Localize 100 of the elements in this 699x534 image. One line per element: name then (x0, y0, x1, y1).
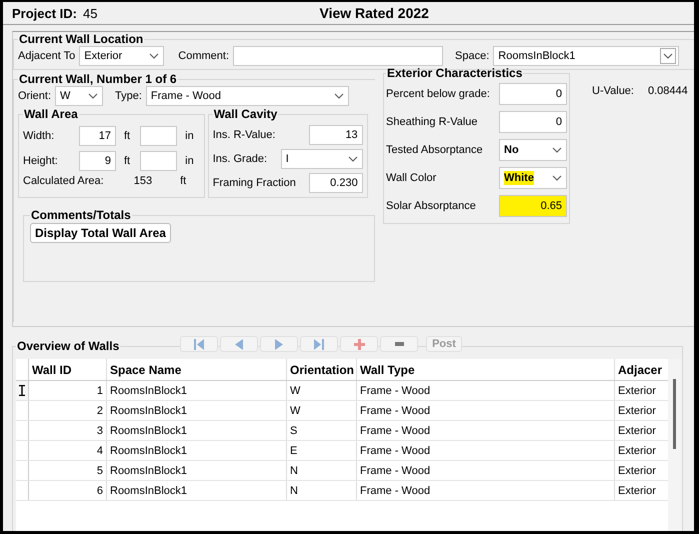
field-label: Width: (23, 130, 56, 142)
table-cell: RoomsInBlock1 (107, 381, 287, 400)
skip-last-icon (314, 338, 324, 350)
column-header[interactable]: Orientation (287, 359, 357, 380)
field-label: Calculated Area: (23, 175, 104, 187)
field-label: Space: (455, 50, 490, 62)
prev-record-button[interactable] (220, 336, 258, 352)
height-ft-field[interactable]: 9 (79, 151, 116, 171)
unit-label: ft (124, 155, 130, 167)
chevron-down-icon (149, 53, 160, 59)
value-field[interactable]: 0 (499, 111, 567, 133)
width-in-field[interactable] (140, 126, 178, 146)
column-header[interactable]: Space Name (107, 359, 287, 380)
field-label: Framing Fraction (212, 177, 296, 189)
selected-value: White (504, 171, 534, 185)
selected-value: No (504, 143, 519, 157)
field-label: Height: (23, 155, 59, 167)
value-dropdown[interactable]: No (499, 139, 567, 161)
table-cell: 2 (29, 401, 107, 420)
chevron-down-icon (88, 93, 98, 99)
unit-label: in (185, 155, 194, 167)
chevron-down-icon (334, 93, 344, 99)
group-title: Wall Area (23, 107, 79, 121)
table-cell: Frame - Wood (357, 441, 615, 460)
right-triangle-icon (275, 338, 283, 350)
value-dropdown[interactable]: White (499, 167, 567, 189)
table-row[interactable]: 2 RoomsInBlock1 W Frame - Wood Exterior (16, 401, 668, 421)
column-header[interactable]: Wall ID (29, 359, 107, 380)
table-cell: W (287, 401, 357, 420)
unit-label: ft (124, 130, 130, 142)
table-cell: N (287, 481, 357, 500)
value-field[interactable]: 0.65 (499, 195, 567, 217)
width-ft-field[interactable]: 17 (79, 126, 116, 146)
first-record-button[interactable] (180, 336, 218, 352)
window-title: View Rated 2022 (319, 5, 429, 21)
left-triangle-icon (235, 338, 243, 350)
comment-field[interactable] (233, 46, 444, 66)
group-title: Comments/Totals (30, 208, 132, 222)
table-row[interactable]: 6 RoomsInBlock1 N Frame - Wood Exterior (16, 481, 668, 501)
framing-fraction-field[interactable]: 0.230 (308, 173, 363, 193)
column-header[interactable]: Wall Type (357, 359, 615, 380)
orient-dropdown[interactable]: W (55, 86, 104, 106)
table-cell: E (287, 441, 357, 460)
table-cell: RoomsInBlock1 (107, 441, 287, 460)
project-id-label: Project ID: (12, 6, 78, 20)
dropdown-button[interactable] (660, 48, 676, 64)
table-cell: W (287, 381, 357, 400)
type-dropdown[interactable]: Frame - Wood (146, 86, 349, 106)
chevron-down-icon (552, 147, 562, 153)
table-cell: Frame - Wood (357, 421, 615, 440)
chevron-down-icon (552, 175, 562, 181)
group-title: Current Wall, Number 1 of 6 (18, 72, 178, 86)
group-title: Current Wall Location (18, 32, 144, 46)
scrollbar[interactable] (668, 359, 682, 531)
ins-grade-dropdown[interactable]: I (280, 149, 363, 169)
row-selector[interactable] (16, 381, 29, 400)
height-in-field[interactable] (140, 151, 178, 171)
table-cell: RoomsInBlock1 (107, 401, 287, 420)
u-value-label: U-Value: (592, 85, 634, 97)
r-value-field[interactable]: 13 (308, 125, 363, 145)
table-row[interactable]: 1 RoomsInBlock1 W Frame - Wood Exterior (16, 381, 668, 401)
delete-record-button[interactable] (380, 336, 418, 352)
table-cell: 4 (29, 441, 107, 460)
project-id-value: 45 (83, 6, 98, 20)
field-label: Sheathing R-Value (386, 116, 478, 128)
field-label: Adjacent To (18, 50, 76, 62)
plus-icon (354, 338, 364, 350)
table-row[interactable]: 5 RoomsInBlock1 N Frame - Wood Exterior (16, 461, 668, 481)
chevron-down-icon (663, 53, 674, 59)
table-cell: Frame - Wood (357, 481, 615, 500)
field-label: Ins. Grade: (212, 153, 268, 165)
table-cell: RoomsInBlock1 (107, 481, 287, 500)
table-cell: Frame - Wood (357, 381, 615, 400)
adjacent-to-dropdown[interactable]: Exterior (79, 46, 164, 66)
field-label: Orient: (18, 90, 52, 102)
table-row[interactable]: 4 RoomsInBlock1 E Frame - Wood Exterior (16, 441, 668, 461)
group-title: Overview of Walls (16, 339, 120, 353)
current-row-icon (19, 385, 25, 396)
table-cell: RoomsInBlock1 (107, 461, 287, 480)
table-cell: Frame - Wood (357, 461, 615, 480)
field-label: Solar Absorptance (386, 200, 476, 212)
calculated-area-value: 153 (134, 175, 152, 187)
table-cell: N (287, 461, 357, 480)
next-record-button[interactable] (260, 336, 298, 352)
group-title: Exterior Characteristics (386, 66, 524, 80)
field-label: Type: (115, 90, 142, 102)
last-record-button[interactable] (300, 336, 338, 352)
table-cell: 5 (29, 461, 107, 480)
u-value: 0.08444 (648, 85, 688, 97)
value-field[interactable]: 0 (499, 83, 567, 105)
add-record-button[interactable] (340, 336, 378, 352)
table-cell: RoomsInBlock1 (107, 421, 287, 440)
table-cell: S (287, 421, 357, 440)
table-cell: Frame - Wood (357, 401, 615, 420)
unit-label: in (185, 130, 194, 142)
space-dropdown[interactable]: RoomsInBlock1 (493, 46, 680, 66)
table-cell: 3 (29, 421, 107, 440)
unit-label: ft (180, 175, 186, 187)
display-total-wall-area-button[interactable]: Display Total Wall Area (30, 223, 171, 243)
table-row[interactable]: 3 RoomsInBlock1 S Frame - Wood Exterior (16, 421, 668, 441)
